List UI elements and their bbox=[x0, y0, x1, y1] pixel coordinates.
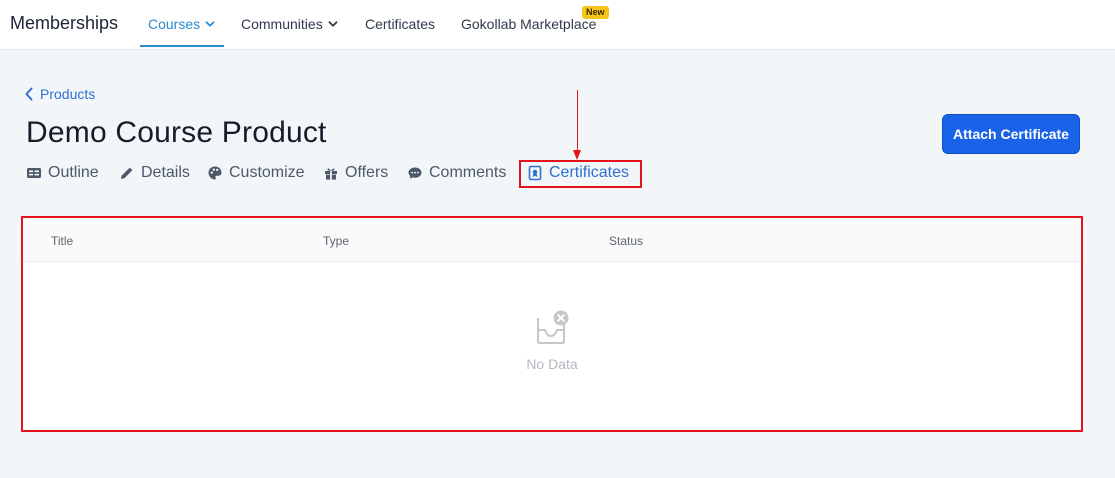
empty-inbox-icon bbox=[537, 310, 569, 344]
nav-marketplace-label: Gokollab Marketplace bbox=[461, 16, 597, 32]
nav-courses[interactable]: Courses bbox=[148, 16, 215, 32]
chevron-down-icon bbox=[328, 21, 338, 27]
tab-offers[interactable]: Offers bbox=[323, 164, 388, 182]
back-link-label: Products bbox=[40, 86, 96, 102]
brand-title: Memberships bbox=[10, 13, 119, 33]
tab-customize-label: Customize bbox=[229, 164, 305, 181]
nav-certificates-label: Certificates bbox=[365, 16, 436, 32]
tab-outline-label: Outline bbox=[48, 164, 99, 181]
nav-courses-label: Courses bbox=[148, 16, 201, 32]
tab-comments[interactable]: Comments bbox=[407, 164, 506, 182]
tab-customize[interactable]: Customize bbox=[207, 164, 305, 182]
back-to-products-link[interactable]: Products bbox=[24, 86, 95, 102]
chevron-down-icon bbox=[205, 21, 215, 27]
annotation-arrow-line bbox=[577, 90, 578, 152]
outline-icon bbox=[27, 168, 41, 178]
attach-certificate-button[interactable]: Attach Certificate bbox=[942, 114, 1080, 154]
table-header: Title Type Status bbox=[23, 218, 1081, 262]
gift-icon bbox=[325, 168, 337, 180]
tab-offers-label: Offers bbox=[345, 164, 389, 181]
tab-comments-label: Comments bbox=[429, 164, 507, 181]
comment-icon bbox=[408, 167, 422, 179]
certificates-table: Title Type Status No Data bbox=[21, 216, 1083, 432]
tab-details[interactable]: Details bbox=[119, 164, 190, 182]
nav-communities[interactable]: Communities bbox=[241, 16, 338, 32]
new-badge: New bbox=[582, 6, 609, 19]
annotation-arrow-head bbox=[573, 150, 581, 160]
column-header-type: Type bbox=[323, 234, 350, 248]
nav-certificates[interactable]: Certificates bbox=[365, 16, 435, 32]
pencil-icon bbox=[121, 167, 133, 179]
palette-icon bbox=[208, 166, 222, 180]
tab-details-label: Details bbox=[141, 164, 190, 181]
column-header-title: Title bbox=[51, 234, 74, 248]
chevron-left-icon bbox=[25, 87, 33, 101]
active-nav-underline bbox=[140, 45, 224, 47]
empty-state: No Data bbox=[23, 310, 1081, 372]
nav-communities-label: Communities bbox=[241, 16, 323, 32]
annotation-highlight-certificates-tab bbox=[519, 160, 642, 188]
tab-outline[interactable]: Outline bbox=[26, 164, 99, 182]
nav-gokollab-marketplace[interactable]: Gokollab Marketplace bbox=[461, 16, 596, 32]
top-navigation-bar: Memberships Courses Communities Certific… bbox=[0, 0, 1115, 50]
column-header-status: Status bbox=[609, 234, 644, 248]
empty-state-text: No Data bbox=[526, 356, 578, 372]
page-title: Demo Course Product bbox=[26, 116, 327, 149]
